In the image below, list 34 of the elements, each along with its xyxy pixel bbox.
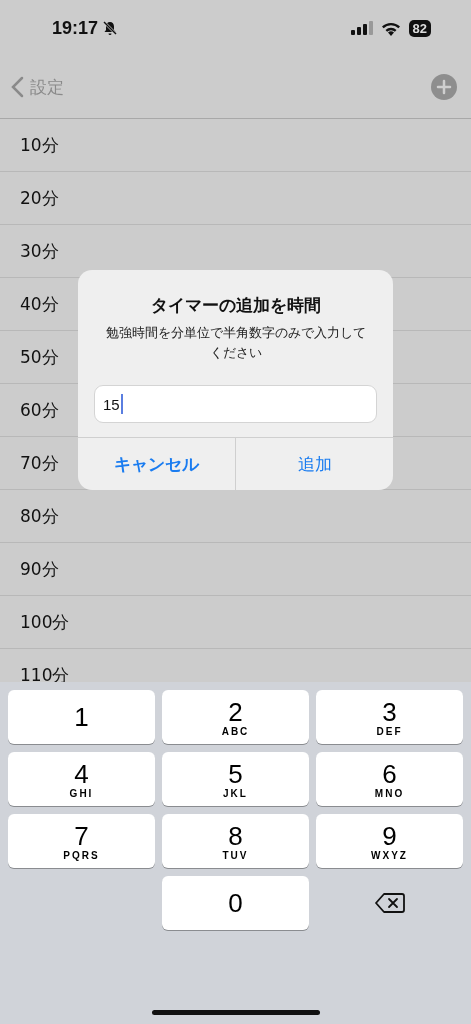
dialog-title: タイマーの追加を時間 (150, 294, 321, 317)
dialog-message: 勉強時間を分単位で半角数字のみで入力してください (104, 324, 367, 362)
timer-option[interactable]: 50分 (20, 345, 59, 369)
dialog-button[interactable]: 追加 (235, 438, 393, 490)
status-time: 19:17 (52, 17, 99, 39)
timer-option[interactable]: 80分 (20, 504, 59, 528)
number-key[interactable]: 6 MNO (316, 752, 463, 806)
signal-icon (350, 21, 373, 35)
number-key[interactable]: 9 WXYZ (316, 814, 463, 868)
back-chevron-icon[interactable] (10, 76, 24, 98)
timer-option[interactable]: 20分 (20, 186, 59, 210)
number-key[interactable]: 7 PQRS (8, 814, 155, 868)
dialog-button[interactable]: キャンセル (78, 438, 235, 490)
timer-option[interactable]: 40分 (20, 292, 59, 316)
timer-option[interactable]: 60分 (20, 398, 59, 422)
add-icon[interactable] (431, 74, 457, 100)
number-key[interactable]: 1 (8, 690, 155, 744)
timer-option[interactable]: 10分 (20, 133, 59, 157)
timer-option[interactable]: 30分 (20, 239, 59, 263)
timer-option[interactable]: 100分 (20, 610, 70, 634)
number-key[interactable]: 0 (162, 876, 309, 930)
bell-muted-icon (102, 20, 119, 36)
number-key[interactable]: 3 DEF (316, 690, 463, 744)
input-field[interactable]: 15 (94, 385, 377, 423)
number-key[interactable]: 5 JKL (162, 752, 309, 806)
timer-option[interactable]: 110分 (20, 663, 70, 682)
number-key[interactable]: 4 GHI (8, 752, 155, 806)
timer-option[interactable]: 70分 (20, 451, 59, 475)
backspace-icon (374, 892, 405, 914)
number-key[interactable]: 8 TUV (162, 814, 309, 868)
battery-level: 82 (408, 19, 431, 37)
number-key[interactable]: 2 ABC (162, 690, 309, 744)
wifi-icon (380, 20, 401, 36)
timer-option[interactable]: 90分 (20, 557, 59, 581)
